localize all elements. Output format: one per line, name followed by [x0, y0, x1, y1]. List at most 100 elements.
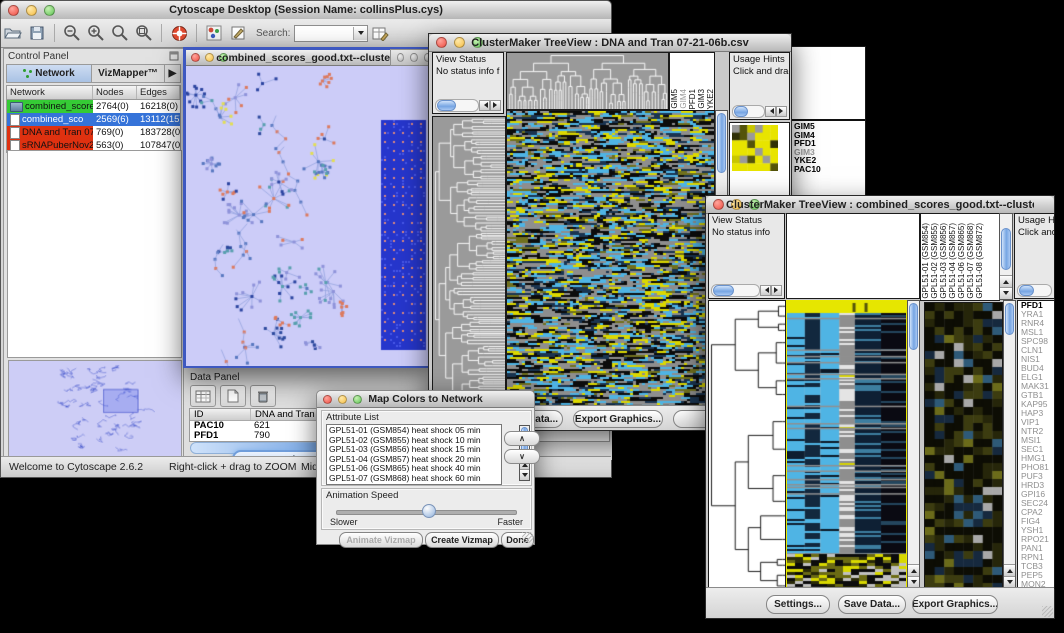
save-session-button[interactable]	[26, 22, 48, 44]
gene-label-list: GIM5GIM4PFD1GIM3YKE2PAC10	[791, 119, 865, 174]
column-dendrogram-area[interactable]	[786, 213, 920, 299]
treeview-combined-buttonbar: Settings... Save Data... Export Graphics…	[706, 587, 1054, 618]
scroll-right-icon	[776, 106, 787, 117]
scroll-right-icon	[490, 100, 501, 111]
treeview-combined-titlebar[interactable]: ClusterMaker TreeView : combined_scores_…	[706, 196, 1054, 214]
array-labels-vscrollbar[interactable]	[999, 213, 1013, 300]
row-dendrogram[interactable]	[708, 300, 786, 591]
resize-grip[interactable]	[1042, 606, 1053, 617]
animation-speed-group: Animation Speed Slower Faster	[321, 488, 532, 530]
usage-hints-hscrollbar[interactable]	[1017, 284, 1052, 296]
close-button[interactable]	[323, 395, 332, 404]
select-attributes-icon[interactable]	[190, 385, 216, 407]
network-tab-icon	[23, 69, 32, 78]
help-lifering-icon[interactable]	[168, 22, 190, 44]
array-labels: GPL51-01 (GSM854)GPL51-02 (GSM855)GPL51-…	[920, 213, 1000, 301]
resize-grip[interactable]	[522, 532, 533, 543]
attribute-list-label: Attribute List	[326, 412, 379, 423]
scroll-left-icon	[760, 285, 771, 296]
move-down-button[interactable]: ∨	[504, 449, 540, 464]
view-status-hscrollbar[interactable]	[435, 99, 501, 111]
scroll-right-icon	[771, 285, 782, 296]
network-file-icon	[10, 102, 23, 112]
open-session-button[interactable]	[2, 22, 24, 44]
attribute-list-item[interactable]: GPL51-07 (GSM868) heat shock 60 min	[329, 474, 501, 484]
zoom-in-icon[interactable]	[85, 22, 107, 44]
scroll-left-icon	[765, 106, 776, 117]
delete-attribute-trash-icon[interactable]	[250, 385, 276, 407]
view-status-hscrollbar[interactable]	[711, 284, 782, 296]
treeview-combined-title: ClusterMaker TreeView : combined_scores_…	[726, 199, 1034, 211]
map-colors-titlebar[interactable]: Map Colors to Network	[317, 391, 534, 408]
network-overview-thumbnail[interactable]	[8, 360, 182, 457]
treeview-dna-titlebar[interactable]: ClusterMaker TreeView : DNA and Tran 07-…	[429, 34, 791, 52]
toolbar-separator	[161, 24, 162, 42]
attribute-editor-icon[interactable]	[369, 22, 391, 44]
column-dendrogram[interactable]	[506, 52, 669, 110]
animate-vizmap-button[interactable]: Animate Vizmap	[339, 532, 423, 548]
search-input[interactable]	[294, 25, 368, 42]
scroll-up-icon	[1000, 275, 1012, 287]
status-zoom-hint: Right-click + drag to ZOOM	[169, 461, 297, 473]
float-panel-icon[interactable]	[169, 51, 179, 61]
tab-overflow-arrow[interactable]: ▶	[165, 65, 180, 82]
save-data-button[interactable]: Save Data...	[838, 595, 906, 614]
network-view-title: combined_scores_good.txt--cluste...	[206, 52, 409, 64]
heatmap-canvas[interactable]	[506, 110, 715, 408]
close-button[interactable]	[8, 5, 19, 16]
close-button[interactable]	[191, 53, 200, 62]
network-list-header[interactable]: Network Nodes Edges	[7, 86, 180, 100]
vizmap-icon[interactable]	[203, 22, 225, 44]
close-button	[397, 53, 404, 62]
network-list-row[interactable]: DNA and Tran 07 769(0) 183728(0)	[7, 126, 180, 139]
scroll-up-icon	[1004, 564, 1015, 576]
new-attribute-icon[interactable]	[220, 385, 246, 407]
status-welcome: Welcome to Cytoscape 2.6.2	[9, 461, 143, 473]
close-button[interactable]	[713, 199, 724, 210]
create-vizmap-button[interactable]: Create Vizmap	[425, 532, 499, 548]
zoom-selected-icon[interactable]	[109, 22, 131, 44]
scroll-down-icon	[520, 469, 529, 480]
heatmap-vscrollbar[interactable]	[907, 300, 920, 589]
attribute-list[interactable]: GPL51-01 (GSM854) heat shock 05 minGPL51…	[326, 424, 502, 485]
network-list-row[interactable]: combined_scores 2764(0) 16218(0)	[7, 100, 180, 113]
tab-network[interactable]: Network	[7, 65, 92, 82]
tab-vizmapper[interactable]: VizMapper™	[92, 65, 165, 82]
move-up-button[interactable]: ∧	[504, 431, 540, 446]
main-titlebar[interactable]: Cytoscape Desktop (Session Name: collins…	[1, 1, 611, 20]
row-dendrogram[interactable]	[432, 116, 506, 408]
slower-label: Slower	[330, 517, 358, 527]
network-canvas[interactable]	[186, 66, 429, 366]
search-dropdown-icon[interactable]	[353, 27, 367, 40]
view-status-panel: View Status No status info	[708, 213, 785, 299]
settings-button[interactable]: Settings...	[766, 595, 830, 614]
export-graphics-button[interactable]: Export Graphics...	[912, 595, 998, 614]
export-graphics-button[interactable]: Export Graphics...	[573, 410, 663, 428]
toolbar-separator	[196, 24, 197, 42]
network-file-icon	[10, 114, 20, 126]
scroll-up-icon	[908, 564, 919, 576]
zoom-fit-icon[interactable]	[133, 22, 155, 44]
scroll-left-icon	[479, 100, 490, 111]
network-tree-area[interactable]	[7, 150, 182, 358]
minimize-button	[410, 53, 417, 62]
map-colors-dialog: Map Colors to Network Attribute List GPL…	[316, 390, 535, 545]
column-labels: GIM5GIM4PFD1GIM3YKE2PAC10	[669, 52, 715, 112]
zoom-out-icon[interactable]	[61, 22, 83, 44]
view-status-panel: View Status No status info f	[432, 52, 504, 114]
background-window-titlebar[interactable]	[390, 49, 432, 66]
network-list-row[interactable]: combined_sco 2569(6) 13112(15)	[7, 113, 180, 126]
map-colors-title: Map Colors to Network	[337, 393, 514, 405]
gene-list-vscrollbar[interactable]	[1003, 300, 1016, 589]
search-label: Search:	[256, 28, 290, 39]
network-file-icon	[10, 127, 20, 139]
annotation-icon[interactable]	[227, 22, 249, 44]
close-button[interactable]	[436, 37, 447, 48]
zoom-matrix-canvas[interactable]	[732, 125, 778, 171]
heatmap-canvas[interactable]	[786, 300, 907, 589]
speed-slider-thumb[interactable]	[422, 504, 436, 518]
gene-label[interactable]: PAC10	[794, 165, 865, 174]
usage-hints-hscrollbar[interactable]	[732, 105, 787, 117]
faster-label: Faster	[497, 517, 523, 527]
zoom-heatmap-canvas[interactable]	[924, 302, 1003, 589]
